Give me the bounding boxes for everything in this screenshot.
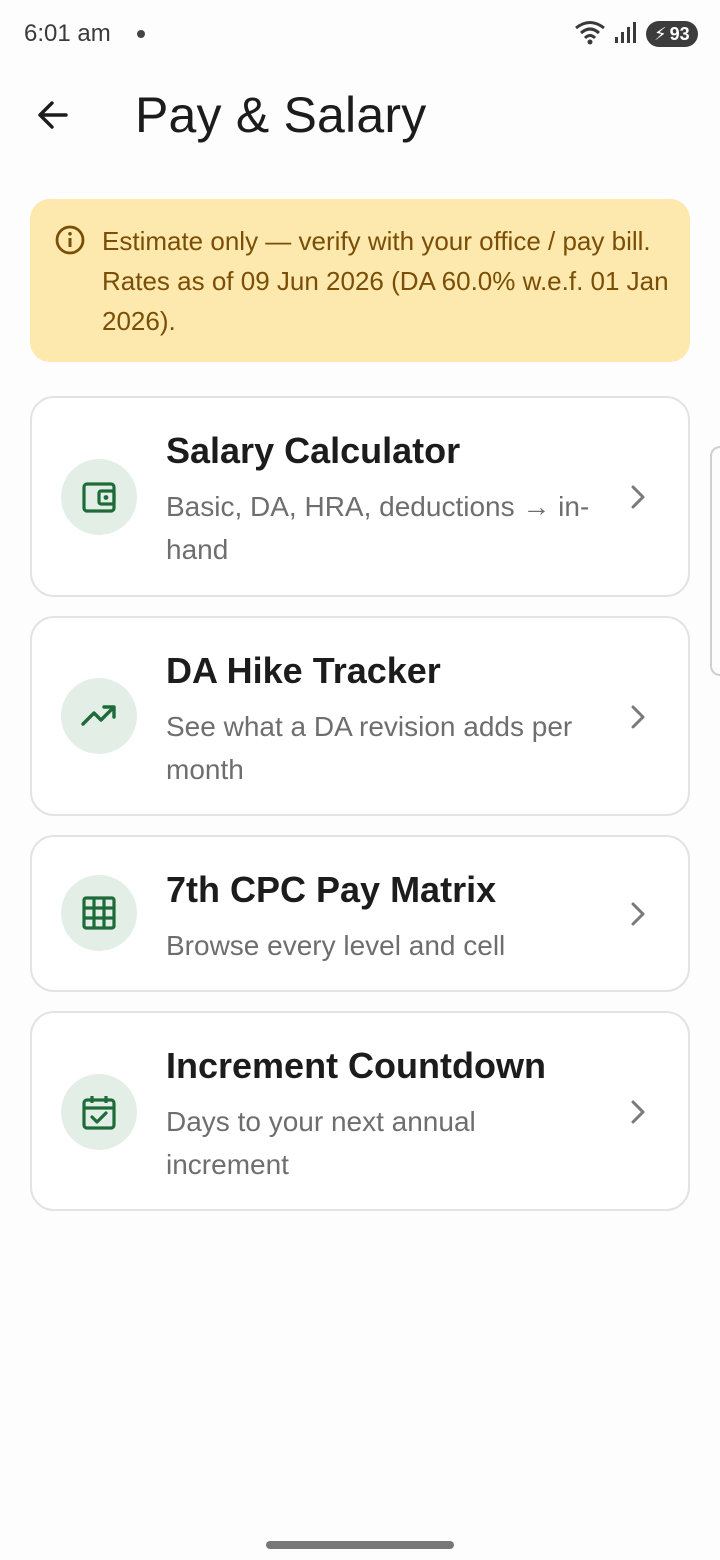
arrow-back-icon (36, 98, 70, 137)
status-icons: ⚡ 93 (574, 20, 698, 48)
chevron-right-icon (624, 483, 652, 511)
status-bar: 6:01 am ⚡ 93 (0, 0, 720, 68)
calendar-check-icon (61, 1074, 137, 1150)
card-title: Increment Countdown (166, 1045, 546, 1086)
card-subtitle: Browse every level and cell (166, 930, 506, 961)
edge-panel-handle[interactable] (710, 446, 720, 676)
da-hike-tracker-card[interactable]: DA Hike Tracker See what a DA revision a… (30, 616, 690, 816)
chevron-right-icon (624, 900, 652, 928)
grid-icon (61, 875, 137, 951)
signal-icon (614, 20, 638, 49)
pay-matrix-card[interactable]: 7th CPC Pay Matrix Browse every level an… (30, 835, 690, 992)
estimate-banner: Estimate only — verify with your office … (30, 199, 690, 362)
home-indicator[interactable] (266, 1541, 454, 1549)
chevron-right-icon (624, 703, 652, 731)
salary-calculator-card[interactable]: Salary Calculator Basic, DA, HRA, deduct… (30, 396, 690, 597)
bolt-icon: ⚡ (654, 23, 667, 44)
info-icon (54, 224, 86, 256)
page-title: Pay & Salary (135, 87, 427, 143)
wifi-icon (574, 19, 606, 50)
wallet-icon (61, 459, 137, 535)
back-button[interactable] (24, 88, 82, 146)
battery-charging-icon: ⚡ 93 (646, 21, 698, 47)
increment-countdown-card[interactable]: Increment Countdown Days to your next an… (30, 1011, 690, 1211)
card-subtitle: See what a DA revision adds per month (166, 711, 573, 785)
banner-text: Estimate only — verify with your office … (102, 226, 669, 336)
card-title: Salary Calculator (166, 430, 461, 471)
chevron-right-icon (624, 1098, 652, 1126)
status-time: 6:01 am (24, 20, 111, 47)
battery-level: 93 (669, 23, 690, 44)
card-title: 7th CPC Pay Matrix (166, 869, 497, 910)
notification-dot (137, 30, 145, 38)
card-title: DA Hike Tracker (166, 650, 441, 691)
app-bar: Pay & Salary (0, 68, 720, 168)
trending-up-icon (61, 678, 137, 754)
card-subtitle: Basic, DA, HRA, deductions → in-hand (166, 491, 590, 565)
card-subtitle: Days to your next annual increment (166, 1106, 476, 1180)
